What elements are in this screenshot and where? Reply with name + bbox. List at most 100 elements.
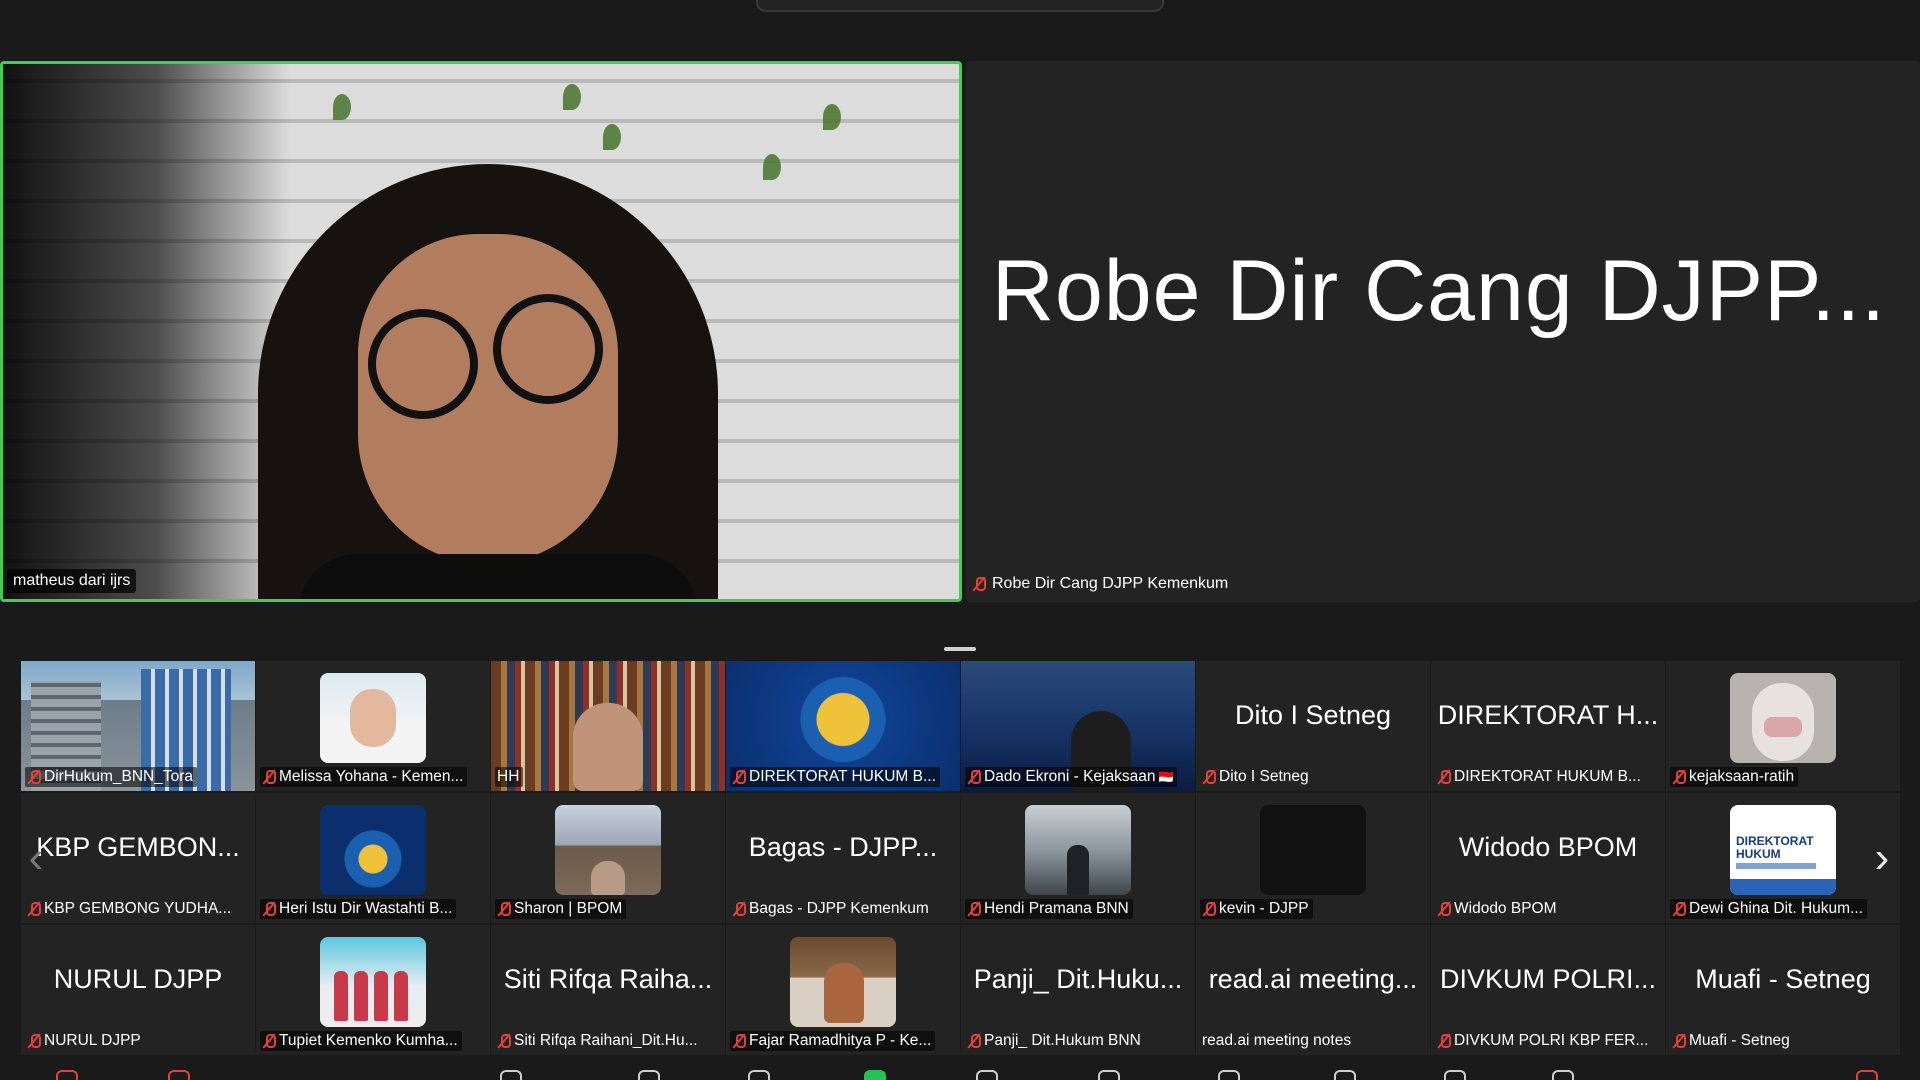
participant-name: HH: [497, 768, 520, 785]
participant-tile[interactable]: KBP GEMBON... KBP GEMBONG YUDHA...: [21, 793, 255, 923]
participant-tile[interactable]: DIREKTORAT HUKUM Dewi Ghina Dit. Hukum...: [1666, 793, 1900, 923]
second-speaker-tile[interactable]: Robe Dir Cang DJPP... Robe Dir Cang DJPP…: [966, 61, 1920, 602]
plant-leaf: [603, 124, 621, 150]
participant-tile[interactable]: Widodo BPOM Widodo BPOM: [1431, 793, 1665, 923]
more-icon[interactable]: [1552, 1070, 1574, 1080]
mic-off-icon: [1202, 769, 1216, 785]
mic-off-icon: [1202, 901, 1216, 917]
participant-name-tag: KBP GEMBONG YUDHA...: [25, 899, 235, 919]
participant-name: Melissa Yohana - Kemen...: [279, 768, 464, 785]
participant-tile[interactable]: kevin - DJPP: [1196, 793, 1430, 923]
participant-name: Fajar Ramadhitya P - Ke...: [749, 1032, 932, 1049]
chevron-left-icon[interactable]: ‹: [24, 828, 48, 888]
participant-name: kejaksaan-ratih: [1689, 768, 1795, 785]
mic-off-icon: [967, 901, 981, 917]
participant-tile[interactable]: Tupiet Kemenko Kumha...: [256, 925, 490, 1055]
resize-handle[interactable]: [944, 647, 976, 651]
participant-name: Muafi - Setneg: [1689, 1032, 1790, 1049]
participant-name-tag: read.ai meeting notes: [1200, 1031, 1355, 1051]
participant-name: DIREKTORAT HUKUM B...: [1454, 768, 1641, 785]
participant-tile[interactable]: HH: [491, 661, 725, 791]
participant-name-tag: Heri Istu Dir Wastahti B...: [260, 899, 457, 919]
plant-leaf: [333, 94, 351, 120]
record-icon[interactable]: [976, 1070, 998, 1080]
participant-name-tag: Sharon | BPOM: [495, 899, 627, 919]
mic-off-icon: [1437, 769, 1451, 785]
share-screen-icon[interactable]: [864, 1070, 886, 1080]
mic-off-icon: [732, 1033, 746, 1049]
speaker-shirt: [298, 554, 698, 599]
participant-name: Sharon | BPOM: [514, 900, 623, 917]
participant-tile[interactable]: DIREKTORAT HUKUM B...: [726, 661, 960, 791]
participant-name-tag: DIREKTORAT HUKUM B...: [1435, 767, 1645, 787]
participant-tile[interactable]: Heri Istu Dir Wastahti B...: [256, 793, 490, 923]
participant-name: Dito I Setneg: [1219, 768, 1309, 785]
active-speaker-name: matheus dari ijrs: [7, 569, 137, 593]
participant-name: kevin - DJPP: [1219, 900, 1309, 917]
leave-icon[interactable]: [1856, 1070, 1878, 1080]
participant-name-tag: kejaksaan-ratih: [1670, 767, 1799, 787]
participant-tile[interactable]: Panji_ Dit.Huku... Panji_ Dit.Hukum BNN: [961, 925, 1195, 1055]
participant-name-tag: Hendi Pramana BNN: [965, 899, 1133, 919]
participant-tile[interactable]: Sharon | BPOM: [491, 793, 725, 923]
active-speaker-video[interactable]: matheus dari ijrs: [0, 61, 962, 602]
participant-name-tag: Panji_ Dit.Hukum BNN: [965, 1031, 1145, 1051]
participant-tile[interactable]: read.ai meeting... read.ai meeting notes: [1196, 925, 1430, 1055]
second-speaker-name-tag: Robe Dir Cang DJPP Kemenkum: [966, 572, 1234, 596]
mute-icon[interactable]: [56, 1070, 78, 1080]
participant-name: Hendi Pramana BNN: [984, 900, 1129, 917]
participant-name: read.ai meeting notes: [1202, 1032, 1352, 1049]
participant-tile[interactable]: Muafi - Setneg Muafi - Setneg: [1666, 925, 1900, 1055]
participant-tile[interactable]: Melissa Yohana - Kemen...: [256, 661, 490, 791]
plant-leaf: [563, 84, 581, 110]
mic-off-icon: [497, 901, 511, 917]
video-off-icon[interactable]: [168, 1070, 190, 1080]
glasses-lens-right: [493, 294, 603, 404]
mic-off-icon: [972, 576, 986, 592]
participant-name: KBP GEMBONG YUDHA...: [44, 900, 232, 917]
participant-name-tag: DIREKTORAT HUKUM B...: [730, 767, 940, 787]
participant-tile[interactable]: NURUL DJPP NURUL DJPP: [21, 925, 255, 1055]
notes-icon[interactable]: [1444, 1070, 1466, 1080]
participants-icon[interactable]: [500, 1070, 522, 1080]
participant-name: Panji_ Dit.Hukum BNN: [984, 1032, 1141, 1049]
mic-off-icon: [27, 1033, 41, 1049]
participant-name-tag: Dito I Setneg: [1200, 767, 1313, 787]
participant-name: DIREKTORAT HUKUM B...: [749, 768, 936, 785]
participant-name-tag: Widodo BPOM: [1435, 899, 1561, 919]
second-speaker-display-name: Robe Dir Cang DJPP...: [991, 242, 1886, 339]
participant-name: Siti Rifqa Raihani_Dit.Hu...: [514, 1032, 698, 1049]
mic-off-icon: [967, 769, 981, 785]
participant-name: Tupiet Kemenko Kumha...: [279, 1032, 458, 1049]
mic-off-icon: [1672, 901, 1686, 917]
chevron-right-icon[interactable]: ›: [1870, 828, 1894, 888]
whiteboard-icon[interactable]: [1334, 1070, 1356, 1080]
chat-icon[interactable]: [638, 1070, 660, 1080]
mic-off-icon: [262, 1033, 276, 1049]
participant-tile[interactable]: Bagas - DJPP... Bagas - DJPP Kemenkum: [726, 793, 960, 923]
participant-name-tag: Melissa Yohana - Kemen...: [260, 767, 468, 787]
participant-name-tag: Dado Ekroni - Kejaksaan 🇮🇩: [965, 767, 1178, 787]
meeting-info-pill[interactable]: [756, 0, 1164, 12]
participant-tile[interactable]: DirHukum_BNN_Tora: [21, 661, 255, 791]
participant-tile[interactable]: DIVKUM POLRI... DIVKUM POLRI KBP FER...: [1431, 925, 1665, 1055]
mic-off-icon: [27, 769, 41, 785]
participant-tile[interactable]: DIREKTORAT H... DIREKTORAT HUKUM B...: [1431, 661, 1665, 791]
apps-icon[interactable]: [1218, 1070, 1240, 1080]
second-speaker-name: Robe Dir Cang DJPP Kemenkum: [992, 575, 1229, 592]
participant-tile[interactable]: Dado Ekroni - Kejaksaan 🇮🇩: [961, 661, 1195, 791]
react-icon[interactable]: [748, 1070, 770, 1080]
participant-tile[interactable]: kejaksaan-ratih: [1666, 661, 1900, 791]
participant-tile[interactable]: Hendi Pramana BNN: [961, 793, 1195, 923]
participant-tile[interactable]: Siti Rifqa Raiha... Siti Rifqa Raihani_Di…: [491, 925, 725, 1055]
participant-tile[interactable]: Fajar Ramadhitya P - Ke...: [726, 925, 960, 1055]
mic-off-icon: [967, 1033, 981, 1049]
mic-off-icon: [1672, 1033, 1686, 1049]
participant-tile[interactable]: Dito I Setneg Dito I Setneg: [1196, 661, 1430, 791]
ai-companion-icon[interactable]: [1098, 1070, 1120, 1080]
mic-off-icon: [497, 1033, 511, 1049]
participant-name: DirHukum_BNN_Tora: [44, 768, 194, 785]
participant-name-tag: HH: [495, 767, 524, 787]
mic-off-icon: [732, 901, 746, 917]
participant-name: Widodo BPOM: [1454, 900, 1557, 917]
